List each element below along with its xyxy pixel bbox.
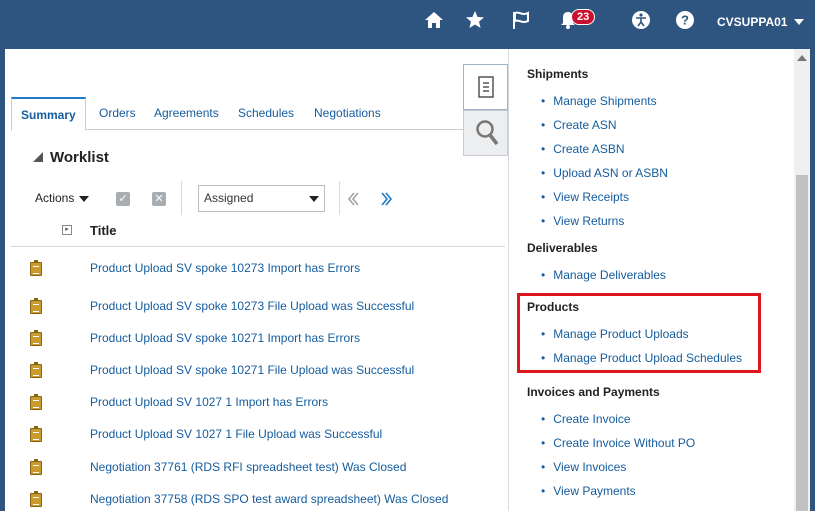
link-create-asn[interactable]: Create ASN — [541, 118, 616, 132]
user-menu[interactable]: CVSUPPA01 — [717, 15, 787, 29]
link-upload-asn[interactable]: Upload ASN or ASBN — [541, 166, 668, 180]
accessibility-icon[interactable] — [630, 9, 652, 31]
header-divider — [11, 246, 505, 247]
star-icon[interactable] — [464, 9, 486, 31]
flag-icon[interactable] — [510, 9, 532, 31]
filter-select[interactable]: Assigned — [198, 185, 325, 212]
chevron-down-icon — [79, 195, 90, 202]
clipboard-icon — [30, 298, 42, 314]
notification-badge[interactable]: 23 — [571, 9, 596, 25]
section-header-invoices: Invoices and Payments — [527, 385, 660, 399]
worklist-link[interactable]: Product Upload SV spoke 10271 Import has… — [90, 331, 360, 345]
link-create-asbn[interactable]: Create ASBN — [541, 142, 624, 156]
clipboard-icon — [30, 362, 42, 378]
actions-menu[interactable]: Actions — [35, 191, 90, 205]
worklist-link[interactable]: Product Upload SV spoke 10273 Import has… — [90, 261, 360, 275]
divider — [181, 181, 182, 215]
clipboard-icon — [30, 330, 42, 346]
link-manage-shipments[interactable]: Manage Shipments — [541, 94, 656, 108]
tab-orders[interactable]: Orders — [90, 97, 145, 130]
document-icon — [478, 76, 494, 98]
worklist-link[interactable]: Negotiation 37758 (RDS SPO test award sp… — [90, 492, 448, 506]
link-view-returns[interactable]: View Returns — [541, 214, 624, 228]
tab-summary[interactable]: Summary — [11, 97, 86, 131]
worklist-title: Worklist — [50, 149, 109, 166]
link-manage-deliverables[interactable]: Manage Deliverables — [541, 268, 666, 282]
home-icon[interactable] — [423, 9, 445, 31]
highlight-box — [517, 293, 761, 373]
help-icon[interactable]: ? — [674, 9, 696, 31]
link-view-invoices[interactable]: View Invoices — [541, 460, 626, 474]
reject-button[interactable]: ✕ — [152, 192, 166, 206]
clipboard-icon — [30, 260, 42, 276]
search-tab[interactable] — [463, 110, 508, 156]
clipboard-icon — [30, 426, 42, 442]
approve-button[interactable]: ✓ — [116, 192, 130, 206]
tab-bar: Summary Orders Agreements Schedules Nego… — [11, 97, 505, 131]
section-header-shipments: Shipments — [527, 67, 589, 81]
section-header-deliverables: Deliverables — [527, 241, 598, 255]
worklist-link[interactable]: Product Upload SV spoke 10271 File Uploa… — [90, 363, 414, 377]
chevron-down-icon[interactable] — [794, 19, 804, 25]
worklist-link[interactable]: Negotiation 37761 (RDS RFI spreadsheet t… — [90, 460, 406, 474]
tab-agreements[interactable]: Agreements — [145, 97, 228, 130]
previous-icon[interactable] — [347, 192, 359, 206]
svg-text:?: ? — [681, 13, 689, 28]
tab-schedules[interactable]: Schedules — [229, 97, 303, 130]
chevron-down-icon — [309, 196, 319, 202]
collapse-icon[interactable] — [33, 152, 43, 162]
divider — [339, 181, 340, 215]
clipboard-icon — [30, 394, 42, 410]
filter-value: Assigned — [204, 191, 254, 205]
clipboard-icon — [30, 491, 42, 507]
worklist-link[interactable]: Product Upload SV 1027 1 File Upload was… — [90, 427, 382, 441]
actions-label: Actions — [35, 191, 75, 205]
clipboard-icon — [30, 459, 42, 475]
worklist-link[interactable]: Product Upload SV 1027 1 Import has Erro… — [90, 395, 328, 409]
tasks-tab[interactable] — [463, 64, 508, 110]
search-icon — [476, 120, 499, 146]
top-bar: 23 ? CVSUPPA01 — [0, 0, 815, 49]
column-title[interactable]: Title — [90, 223, 117, 238]
link-create-invoice-without-po[interactable]: Create Invoice Without PO — [541, 436, 695, 450]
next-icon[interactable] — [381, 192, 393, 206]
link-create-invoice[interactable]: Create Invoice — [541, 412, 630, 426]
scroll-up-icon[interactable] — [797, 55, 807, 61]
link-view-payments[interactable]: View Payments — [541, 484, 635, 498]
link-view-receipts[interactable]: View Receipts — [541, 190, 629, 204]
sort-icon[interactable]: ▸ — [62, 225, 72, 235]
worklist-link[interactable]: Product Upload SV spoke 10273 File Uploa… — [90, 299, 414, 313]
tab-negotiations[interactable]: Negotiations — [305, 97, 390, 130]
scrollbar-thumb[interactable] — [796, 175, 808, 511]
